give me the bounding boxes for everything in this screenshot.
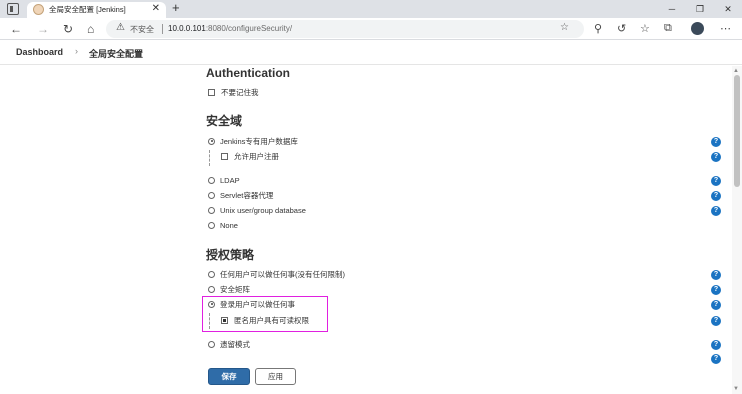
save-button[interactable]: 保存 xyxy=(208,368,250,385)
back-icon[interactable]: ← xyxy=(10,21,22,37)
insecure-label: 不安全 xyxy=(130,25,154,34)
realm-ldap-radio[interactable] xyxy=(208,176,215,184)
forward-icon[interactable]: → xyxy=(37,21,49,37)
authz-logged-in-label: 登录用户可以做任何事 xyxy=(220,300,295,309)
home-icon[interactable]: ⌂ xyxy=(87,21,94,37)
remember-me-option[interactable]: 不要记住我 xyxy=(208,88,259,98)
help-icon[interactable]: ? xyxy=(711,137,721,147)
help-icon[interactable]: ? xyxy=(711,300,721,310)
nested-option-guide xyxy=(209,150,210,166)
apply-button[interactable]: 应用 xyxy=(255,368,296,385)
url-path: :8080/configureSecurity/ xyxy=(205,24,293,33)
nested-option-guide xyxy=(209,313,210,329)
breadcrumb: Dashboard › 全局安全配置 xyxy=(0,41,742,65)
help-icon[interactable]: ? xyxy=(711,354,721,364)
anonymous-read-checkbox[interactable] xyxy=(221,316,228,324)
realm-option-none[interactable]: None xyxy=(208,221,238,231)
authz-option-anyone[interactable]: 任何用户可以做任何事(没有任何限制) xyxy=(208,270,345,280)
security-realm-heading: 安全域 xyxy=(206,114,243,128)
allow-signup-label: 允许用户注册 xyxy=(234,152,279,161)
page-scrollbar[interactable]: ▲ ▼ xyxy=(732,66,742,394)
help-icon[interactable]: ? xyxy=(711,206,721,216)
minimize-button[interactable]: ─ xyxy=(658,0,686,18)
realm-servlet-label: Servlet容器代理 xyxy=(220,191,274,200)
help-icon[interactable]: ? xyxy=(711,176,721,186)
url-host: 10.0.0.101 xyxy=(168,24,206,33)
tab-actions-icon[interactable] xyxy=(7,3,19,15)
url-text: 10.0.0.101:8080/configureSecurity/ xyxy=(168,24,292,33)
scroll-down-icon[interactable]: ▼ xyxy=(733,386,739,392)
help-icon[interactable]: ? xyxy=(711,340,721,350)
tab-close-icon[interactable]: ✕ xyxy=(152,3,160,14)
help-icon[interactable]: ? xyxy=(711,191,721,201)
realm-unix-label: Unix user/group database xyxy=(220,206,306,215)
remember-me-label: 不要记住我 xyxy=(221,88,259,97)
scroll-thumb[interactable] xyxy=(734,75,740,187)
realm-option-servlet[interactable]: Servlet容器代理 xyxy=(208,191,273,201)
authz-anyone-label: 任何用户可以做任何事(没有任何限制) xyxy=(220,270,345,279)
realm-jenkins-db-radio[interactable] xyxy=(208,137,215,145)
breadcrumb-separator-icon: › xyxy=(75,46,78,56)
close-window-button[interactable]: ✕ xyxy=(714,0,742,18)
jenkins-favicon-icon xyxy=(33,4,44,15)
authz-matrix-radio[interactable] xyxy=(208,285,215,293)
anonymous-read-option[interactable]: 匿名用户具有可读权限 xyxy=(221,316,309,326)
window-controls: ─ ❐ ✕ xyxy=(658,0,742,18)
anonymous-read-label: 匿名用户具有可读权限 xyxy=(234,316,309,325)
address-divider xyxy=(162,24,163,34)
more-icon[interactable]: ⋯ xyxy=(720,22,731,35)
maximize-button[interactable]: ❐ xyxy=(686,0,714,18)
profile-avatar[interactable] xyxy=(691,22,704,35)
allow-signup-option[interactable]: 允许用户注册 xyxy=(221,152,279,162)
favorite-add-icon[interactable]: ☆ xyxy=(560,22,569,33)
new-tab-button[interactable]: + xyxy=(172,0,180,15)
authz-option-legacy[interactable]: 遗留模式 xyxy=(208,340,250,350)
collections-icon[interactable]: ⧉ xyxy=(664,22,672,35)
browser-toolbar: ← → ↻ ⌂ ⚠ 不安全 10.0.0.101:8080/configureS… xyxy=(0,18,742,40)
realm-option-unix[interactable]: Unix user/group database xyxy=(208,206,306,216)
authentication-heading: Authentication xyxy=(206,66,290,80)
authz-logged-in-radio[interactable] xyxy=(208,300,215,308)
favorites-icon[interactable]: ☆ xyxy=(640,22,650,35)
warning-icon: ⚠ xyxy=(116,22,125,33)
realm-none-label: None xyxy=(220,221,238,230)
realm-option-jenkins-db[interactable]: Jenkins专有用户数据库 xyxy=(208,137,298,147)
authz-legacy-label: 遗留模式 xyxy=(220,340,250,349)
extension-icon[interactable]: ⚲ xyxy=(594,22,602,35)
help-icon[interactable]: ? xyxy=(711,270,721,280)
authz-option-matrix[interactable]: 安全矩阵 xyxy=(208,285,250,295)
refresh-extension-icon[interactable]: ↺ xyxy=(617,22,626,35)
browser-tab[interactable]: 全局安全配置 [Jenkins] ✕ xyxy=(27,2,166,18)
breadcrumb-global-security[interactable]: 全局安全配置 xyxy=(89,47,143,60)
realm-option-ldap[interactable]: LDAP xyxy=(208,176,240,186)
realm-jenkins-db-label: Jenkins专有用户数据库 xyxy=(220,137,298,146)
authz-matrix-label: 安全矩阵 xyxy=(220,285,250,294)
authz-legacy-radio[interactable] xyxy=(208,340,215,348)
realm-servlet-radio[interactable] xyxy=(208,191,215,199)
help-icon[interactable]: ? xyxy=(711,152,721,162)
remember-me-checkbox[interactable] xyxy=(208,88,215,96)
help-icon[interactable]: ? xyxy=(711,285,721,295)
breadcrumb-dashboard[interactable]: Dashboard xyxy=(16,47,63,57)
browser-tabstrip: 全局安全配置 [Jenkins] ✕ + ─ ❐ ✕ xyxy=(0,0,742,18)
tab-title: 全局安全配置 [Jenkins] xyxy=(49,5,126,14)
help-icon[interactable]: ? xyxy=(711,316,721,326)
realm-ldap-label: LDAP xyxy=(220,176,240,185)
scroll-up-icon[interactable]: ▲ xyxy=(733,68,739,74)
allow-signup-checkbox[interactable] xyxy=(221,152,228,160)
realm-unix-radio[interactable] xyxy=(208,206,215,214)
security-config-form: Authentication 不要记住我 安全域 Jenkins专有用户数据库 … xyxy=(0,66,742,394)
authorization-heading: 授权策略 xyxy=(206,248,255,262)
authz-anyone-radio[interactable] xyxy=(208,270,215,278)
authz-option-logged-in[interactable]: 登录用户可以做任何事 xyxy=(208,300,295,310)
address-bar[interactable]: ⚠ 不安全 10.0.0.101:8080/configureSecurity/… xyxy=(106,20,584,38)
realm-none-radio[interactable] xyxy=(208,221,215,229)
reload-icon[interactable]: ↻ xyxy=(63,21,73,37)
